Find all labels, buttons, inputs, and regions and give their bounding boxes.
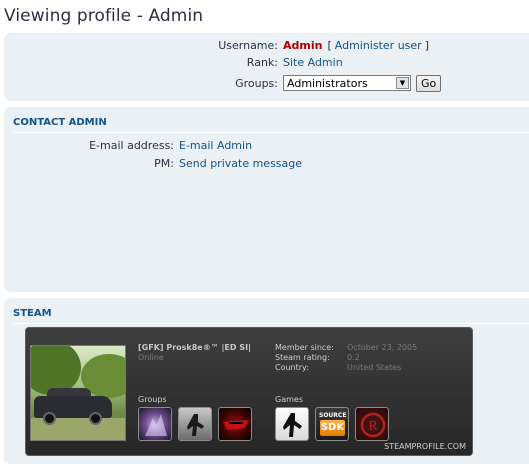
- chevron-down-icon[interactable]: ▼: [396, 77, 409, 89]
- email-row: E-mail address: E-mail Admin: [4, 136, 252, 154]
- contact-panel: CONTACT ADMIN E-mail address: E-mail Adm…: [4, 107, 529, 292]
- sdk-label: SDK: [320, 420, 345, 436]
- steam-groups-label: Groups: [138, 395, 167, 404]
- member-since-value: October 23, 2005: [347, 343, 418, 352]
- source-label: SOURCE: [319, 412, 347, 419]
- groups-row: Groups: Administrators ▼ Go: [4, 74, 442, 92]
- svg-text:R: R: [368, 419, 378, 434]
- steam-profile-card[interactable]: [GFK] Prosk8e®™ |ED SI| Online Member si…: [25, 327, 473, 456]
- source-sdk-icon[interactable]: SOURCE SDK: [315, 407, 349, 441]
- steamprofile-watermark[interactable]: STEAMPROFILE.COM: [384, 442, 466, 451]
- go-button[interactable]: Go: [416, 74, 442, 92]
- email-label: E-mail address:: [89, 138, 174, 152]
- member-since-label: Member since:: [275, 343, 334, 352]
- pm-link[interactable]: Send private message: [179, 157, 302, 170]
- rank-label: Rank:: [246, 55, 278, 69]
- administer-user-link[interactable]: Administer user: [335, 39, 422, 52]
- rank-value: Site Admin: [283, 55, 343, 69]
- heading-divider: [13, 323, 529, 324]
- steam-heading: STEAM: [13, 308, 52, 319]
- heading-divider: [13, 132, 529, 133]
- steam-rating-value: 0.2: [347, 353, 360, 362]
- steam-avatar: [30, 345, 126, 441]
- contact-heading: CONTACT ADMIN: [13, 117, 107, 128]
- steam-status: Online: [138, 353, 164, 362]
- groups-select[interactable]: Administrators ▼: [283, 75, 411, 91]
- steam-rating-label: Steam rating:: [275, 353, 330, 362]
- steam-player-name: [GFK] Prosk8e®™ |ED SI|: [138, 343, 251, 352]
- pm-row: PM: Send private message: [4, 154, 302, 172]
- country-label: Country:: [275, 363, 309, 372]
- country-value: United States: [347, 363, 402, 372]
- steam-games-label: Games: [275, 395, 303, 404]
- group-purple-creature-icon[interactable]: [138, 407, 172, 441]
- email-link[interactable]: E-mail Admin: [179, 139, 252, 152]
- group-red-logo-icon[interactable]: [218, 407, 252, 441]
- counter-strike-icon[interactable]: [275, 407, 309, 441]
- red-r-logo-icon[interactable]: R: [355, 407, 389, 441]
- username-value[interactable]: Admin: [283, 39, 322, 52]
- username-label: Username:: [218, 38, 278, 52]
- page-title: Viewing profile - Admin: [4, 6, 204, 26]
- groups-label: Groups:: [235, 76, 278, 90]
- rank-row: Rank: Site Admin: [4, 53, 343, 71]
- username-row: Username: Admin [ Administer user ]: [4, 36, 429, 54]
- administer-bracket-close: ]: [424, 38, 429, 52]
- group-counter-strike-icon[interactable]: [178, 407, 212, 441]
- profile-panel: Username: Admin [ Administer user ] Rank…: [4, 33, 529, 101]
- groups-selected-value: Administrators: [287, 76, 368, 90]
- administer-bracket-open: [: [327, 38, 332, 52]
- pm-label: PM:: [154, 156, 174, 170]
